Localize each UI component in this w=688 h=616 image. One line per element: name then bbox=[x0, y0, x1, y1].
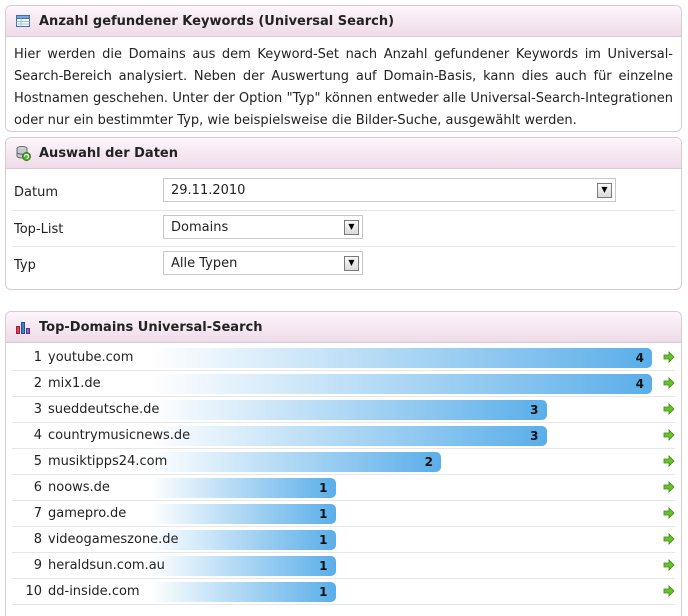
top-domains-panel: Top-Domains Universal-Search 4 1 youtube.c… bbox=[5, 311, 682, 616]
arrow-right-icon[interactable] bbox=[663, 585, 675, 601]
arrow-right-icon[interactable] bbox=[663, 377, 675, 393]
toplist-value: Domains bbox=[171, 219, 229, 235]
rank-number: 8 bbox=[33, 532, 42, 547]
count-bar: 3 bbox=[150, 400, 547, 420]
table-row: 3 4 countrymusicnews.de bbox=[6, 423, 681, 449]
domain-name: countrymusicnews.de bbox=[48, 428, 191, 443]
domain-name: dd-inside.com bbox=[48, 584, 140, 599]
toplist-select[interactable]: Domains ▼ bbox=[163, 215, 363, 239]
count-bar: 4 bbox=[150, 374, 652, 394]
typ-select[interactable]: Alle Typen ▼ bbox=[163, 251, 363, 275]
arrow-right-icon[interactable] bbox=[663, 403, 675, 419]
rank-number: 9 bbox=[33, 558, 42, 573]
datum-select[interactable]: 29.11.2010 ▼ bbox=[163, 178, 616, 202]
divider bbox=[12, 604, 675, 605]
count-value: 3 bbox=[530, 429, 539, 443]
rank-number: 2 bbox=[33, 376, 42, 391]
count-bar: 2 bbox=[150, 452, 441, 472]
toplist-row: Top-List Domains ▼ bbox=[6, 211, 681, 247]
keywords-panel-header: Anzahl gefundener Keywords (Universal Se… bbox=[6, 6, 681, 37]
keywords-panel-title: Anzahl gefundener Keywords (Universal Se… bbox=[39, 13, 395, 29]
count-value: 1 bbox=[319, 507, 328, 521]
chevron-down-icon[interactable]: ▼ bbox=[344, 255, 359, 271]
table-row: 1 6 noows.de bbox=[6, 475, 681, 501]
count-bar: 4 bbox=[150, 348, 652, 368]
count-bar: 3 bbox=[150, 426, 547, 446]
arrow-right-icon[interactable] bbox=[663, 533, 675, 549]
arrow-right-icon[interactable] bbox=[663, 559, 675, 575]
rank-number: 3 bbox=[33, 402, 42, 417]
table-icon bbox=[15, 13, 31, 29]
bar-chart-icon bbox=[15, 319, 31, 335]
table-row: 1 9 heraldsun.com.au bbox=[6, 553, 681, 579]
table-row: 1 7 gamepro.de bbox=[6, 501, 681, 527]
rank-number: 7 bbox=[33, 506, 42, 521]
count-value: 4 bbox=[635, 351, 644, 365]
arrow-right-icon[interactable] bbox=[663, 481, 675, 497]
rank-number: 5 bbox=[33, 454, 42, 469]
domain-name: mix1.de bbox=[48, 376, 101, 391]
rank-number: 1 bbox=[33, 350, 42, 365]
arrow-right-icon[interactable] bbox=[663, 507, 675, 523]
domain-name: sueddeutsche.de bbox=[48, 402, 160, 417]
count-bar: 1 bbox=[150, 478, 336, 498]
arrow-right-icon[interactable] bbox=[663, 351, 675, 367]
count-bar: 1 bbox=[150, 504, 336, 524]
table-row: 2 5 musiktipps24.com bbox=[6, 449, 681, 475]
count-value: 1 bbox=[319, 585, 328, 599]
keywords-description: Hier werden die Domains aus dem Keyword-… bbox=[14, 47, 673, 128]
database-refresh-icon bbox=[15, 145, 31, 161]
count-bar: 1 bbox=[150, 556, 336, 576]
toplist-label: Top-List bbox=[14, 221, 64, 237]
data-selection-title: Auswahl der Daten bbox=[39, 145, 178, 161]
rank-number: 4 bbox=[33, 428, 42, 443]
keywords-panel: Anzahl gefundener Keywords (Universal Se… bbox=[5, 5, 682, 132]
table-row: 4 1 youtube.com bbox=[6, 345, 681, 371]
count-value: 2 bbox=[424, 455, 433, 469]
table-row: 1 10 dd-inside.com bbox=[6, 579, 681, 605]
domain-name: videogameszone.de bbox=[48, 532, 179, 547]
count-bar: 1 bbox=[150, 582, 336, 602]
top-domains-header: Top-Domains Universal-Search bbox=[6, 312, 681, 343]
top-domains-title: Top-Domains Universal-Search bbox=[39, 319, 263, 335]
table-row: 3 3 sueddeutsche.de bbox=[6, 397, 681, 423]
domain-name: musiktipps24.com bbox=[48, 454, 168, 469]
arrow-right-icon[interactable] bbox=[663, 455, 675, 471]
table-row: 1 8 videogameszone.de bbox=[6, 527, 681, 553]
domain-name: gamepro.de bbox=[48, 506, 127, 521]
count-value: 1 bbox=[319, 559, 328, 573]
datum-value: 29.11.2010 bbox=[171, 182, 246, 198]
datum-label: Datum bbox=[14, 184, 58, 200]
arrow-right-icon[interactable] bbox=[663, 429, 675, 445]
typ-value: Alle Typen bbox=[171, 255, 238, 271]
typ-row: Typ Alle Typen ▼ bbox=[6, 247, 681, 283]
count-value: 1 bbox=[319, 533, 328, 547]
domain-name: heraldsun.com.au bbox=[48, 558, 165, 573]
domain-name: youtube.com bbox=[48, 350, 134, 365]
count-value: 3 bbox=[530, 403, 539, 417]
chevron-down-icon[interactable]: ▼ bbox=[344, 219, 359, 235]
rank-number: 10 bbox=[25, 584, 42, 599]
chevron-down-icon[interactable]: ▼ bbox=[597, 182, 612, 198]
table-row: 4 2 mix1.de bbox=[6, 371, 681, 397]
domain-name: noows.de bbox=[48, 480, 110, 495]
data-selection-header: Auswahl der Daten bbox=[6, 138, 681, 169]
count-value: 4 bbox=[635, 377, 644, 391]
datum-row: Datum 29.11.2010 ▼ bbox=[6, 174, 681, 210]
count-value: 1 bbox=[319, 481, 328, 495]
data-selection-panel: Auswahl der Daten Datum 29.11.2010 ▼ Top… bbox=[5, 137, 682, 290]
typ-label: Typ bbox=[14, 257, 36, 273]
rank-number: 6 bbox=[33, 480, 42, 495]
